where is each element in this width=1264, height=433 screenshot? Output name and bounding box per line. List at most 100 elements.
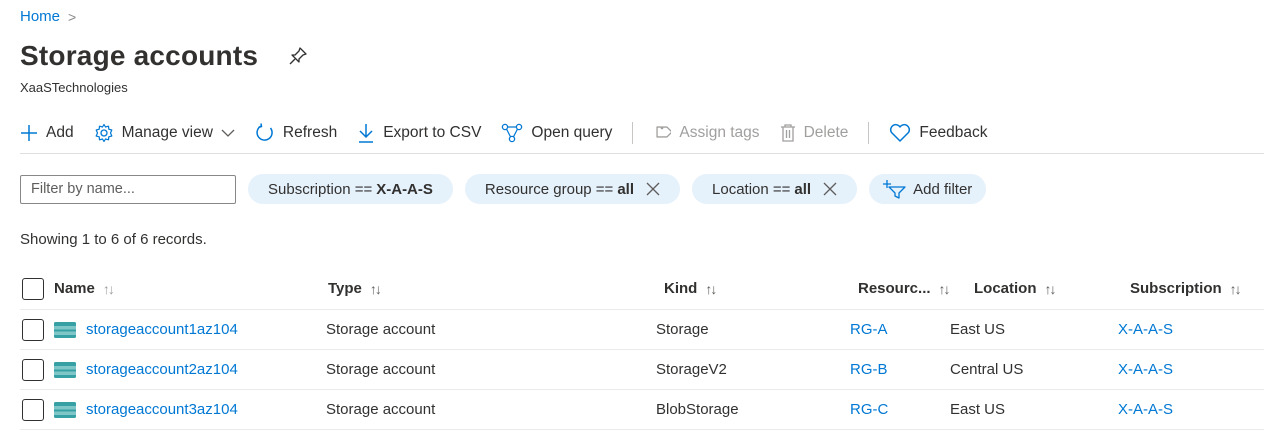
column-header-label: Type — [328, 280, 362, 297]
close-icon[interactable] — [823, 182, 837, 196]
open-query-button[interactable]: Open query — [501, 123, 612, 143]
resource-group-link[interactable]: RG-A — [850, 310, 888, 349]
column-header-label: Location — [974, 280, 1037, 297]
column-header-label: Subscription — [1130, 280, 1222, 297]
subscription-link[interactable]: X-A-A-S — [1118, 310, 1173, 349]
storage-account-icon — [54, 401, 76, 418]
filter-bar: Subscription == X-A-A-S Resource group =… — [20, 174, 998, 204]
storage-accounts-table: Name ↑↓ Type ↑↓ Kind ↑↓ Resourc... ↑↓ Lo… — [20, 268, 1264, 430]
row-checkbox[interactable] — [22, 398, 44, 421]
assign-tags-button[interactable]: Assign tags — [653, 123, 760, 143]
command-bar: Add Manage view Refresh Export to CSV Op… — [20, 114, 1264, 154]
location-cell: Central US — [950, 361, 1024, 378]
subscription-filter-pill[interactable]: Subscription == X-A-A-S — [248, 174, 453, 204]
pin-icon[interactable] — [288, 46, 308, 66]
close-icon[interactable] — [646, 182, 660, 196]
column-header-subscription[interactable]: Subscription ↑↓ — [1130, 268, 1242, 309]
column-header-name[interactable]: Name ↑↓ — [54, 268, 115, 309]
filter-by-name-input[interactable] — [20, 174, 236, 204]
subscription-filter-value: X-A-A-S — [376, 180, 433, 198]
sort-icon: ↑↓ — [369, 280, 382, 297]
storage-account-link[interactable]: storageaccount2az104 — [86, 361, 238, 378]
refresh-button[interactable]: Refresh — [255, 122, 338, 143]
open-query-label: Open query — [531, 123, 613, 141]
name-cell: storageaccount1az104 — [54, 310, 238, 349]
delete-button[interactable]: Delete — [780, 123, 849, 143]
location-filter-label: Location == — [712, 180, 791, 198]
title-row: Storage accounts — [20, 40, 308, 72]
location-filter-pill[interactable]: Location == all — [692, 174, 858, 204]
location-filter-value: all — [794, 180, 812, 198]
resource-group-link[interactable]: RG-C — [850, 390, 888, 429]
add-filter-icon — [883, 180, 906, 199]
resource-group-filter-label: Resource group == — [484, 180, 614, 198]
toolbar-divider — [632, 121, 634, 144]
sort-icon: ↑↓ — [1044, 280, 1057, 297]
column-header-type[interactable]: Type ↑↓ — [328, 268, 382, 309]
kind-cell: StorageV2 — [656, 361, 727, 378]
breadcrumb-home-link[interactable]: Home — [20, 8, 60, 25]
gear-icon — [95, 123, 112, 142]
export-csv-button[interactable]: Export to CSV — [357, 123, 481, 143]
storage-account-link[interactable]: storageaccount3az104 — [86, 401, 238, 418]
column-header-location[interactable]: Location ↑↓ — [974, 268, 1057, 309]
export-csv-label: Export to CSV — [383, 123, 482, 141]
chevron-right-icon: > — [68, 8, 77, 25]
tag-icon — [656, 125, 672, 138]
row-checkbox[interactable] — [22, 318, 44, 341]
refresh-icon — [256, 122, 273, 141]
column-header-label: Kind — [664, 280, 698, 297]
delete-label: Delete — [803, 123, 849, 141]
sort-icon: ↑↓ — [938, 280, 951, 297]
subscription-filter-label: Subscription == — [268, 180, 373, 198]
add-filter-label: Add filter — [913, 180, 973, 198]
plus-icon — [21, 124, 37, 141]
heart-icon — [890, 123, 911, 142]
table-row[interactable]: storageaccount3az104 Storage account Blo… — [20, 390, 1264, 430]
page-subtitle: XaaSTechnologies — [20, 80, 128, 95]
refresh-label: Refresh — [282, 123, 338, 141]
location-cell: East US — [950, 401, 1006, 418]
location-cell: East US — [950, 321, 1006, 338]
manage-view-button[interactable]: Manage view — [94, 123, 235, 143]
query-icon — [502, 123, 523, 142]
records-count: Showing 1 to 6 of 6 records. — [20, 231, 207, 248]
column-header-label: Name — [54, 280, 95, 297]
sort-icon: ↑↓ — [705, 280, 717, 297]
row-checkbox-cell — [22, 310, 44, 349]
feedback-label: Feedback — [919, 123, 988, 141]
column-header-resource-group[interactable]: Resourc... ↑↓ — [858, 268, 951, 309]
column-header-kind[interactable]: Kind ↑↓ — [664, 268, 717, 309]
page-title: Storage accounts — [20, 40, 259, 71]
table-row[interactable]: storageaccount1az104 Storage account Sto… — [20, 310, 1264, 350]
subscription-link[interactable]: X-A-A-S — [1118, 390, 1173, 429]
toolbar-divider — [868, 121, 870, 144]
sort-icon: ↑↓ — [1229, 280, 1242, 297]
trash-icon — [780, 123, 795, 142]
table-header-row: Name ↑↓ Type ↑↓ Kind ↑↓ Resourc... ↑↓ Lo… — [20, 268, 1264, 310]
feedback-button[interactable]: Feedback — [889, 123, 987, 143]
add-filter-button[interactable]: Add filter — [869, 174, 987, 204]
manage-view-label: Manage view — [121, 123, 213, 141]
name-cell: storageaccount3az104 — [54, 390, 238, 429]
type-cell: Storage account — [326, 321, 436, 338]
column-header-label: Resourc... — [858, 280, 931, 297]
select-all-checkbox[interactable] — [22, 277, 44, 300]
row-checkbox-cell — [22, 350, 44, 389]
add-button[interactable]: Add — [20, 124, 74, 142]
resource-group-filter-pill[interactable]: Resource group == all — [464, 174, 681, 204]
breadcrumb: Home > — [20, 8, 76, 25]
storage-account-icon — [54, 321, 76, 338]
resource-group-link[interactable]: RG-B — [850, 350, 888, 389]
download-icon — [359, 123, 374, 143]
type-cell: Storage account — [326, 361, 436, 378]
assign-tags-label: Assign tags — [679, 123, 760, 141]
sort-icon: ↑↓ — [102, 280, 115, 297]
storage-account-icon — [54, 361, 76, 378]
subscription-link[interactable]: X-A-A-S — [1118, 350, 1173, 389]
table-row[interactable]: storageaccount2az104 Storage account Sto… — [20, 350, 1264, 390]
kind-cell: Storage — [656, 321, 709, 338]
row-checkbox[interactable] — [22, 358, 44, 381]
resource-group-filter-value: all — [617, 180, 635, 198]
storage-account-link[interactable]: storageaccount1az104 — [86, 321, 238, 338]
